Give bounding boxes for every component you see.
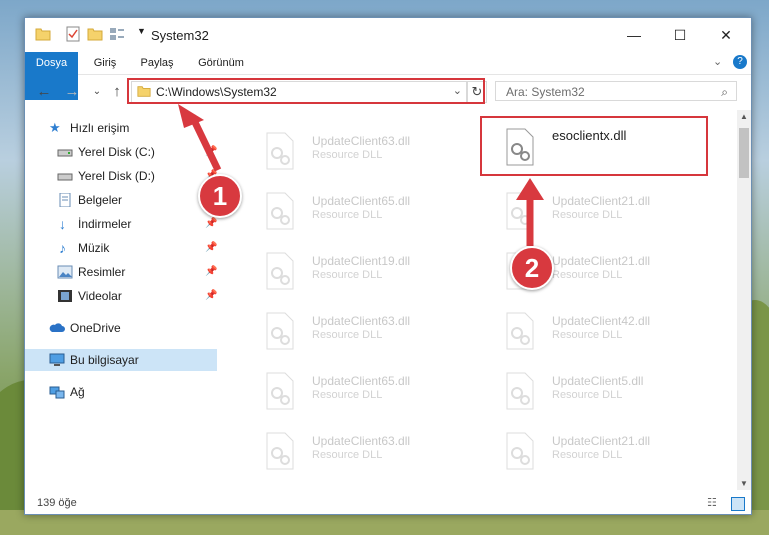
arrowhead-2 (516, 178, 544, 200)
arrow-1 (188, 114, 222, 172)
step-badge-2: 2 (510, 246, 554, 290)
step-badge-1: 1 (198, 174, 242, 218)
arrowhead-1 (178, 104, 204, 128)
annotation-arrows (178, 104, 544, 246)
